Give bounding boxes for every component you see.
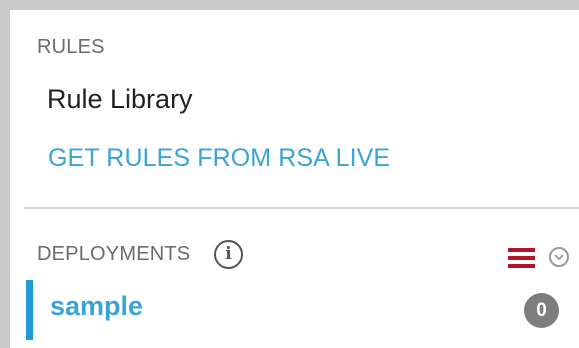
hamburger-menu-icon[interactable]: [508, 248, 535, 268]
menu-bar: [508, 264, 535, 268]
selected-indicator-bar: [26, 280, 33, 340]
get-rules-from-rsa-live-link[interactable]: GET RULES FROM RSA LIVE: [48, 144, 390, 173]
deployments-section-header: DEPLOYMENTS: [37, 243, 191, 265]
menu-bar: [508, 256, 535, 260]
deployment-count-badge: 0: [524, 293, 559, 328]
info-icon[interactable]: i: [214, 240, 243, 269]
menu-bar: [508, 248, 535, 252]
rules-section-header: RULES: [37, 36, 105, 58]
rule-library-link[interactable]: Rule Library: [47, 84, 193, 115]
section-divider: [24, 207, 579, 209]
panel-top-border: [0, 0, 579, 10]
panel-left-border: [0, 0, 10, 348]
chevron-down-icon[interactable]: [549, 247, 569, 267]
deployment-item-sample[interactable]: sample: [50, 291, 143, 322]
rules-panel: RULES Rule Library GET RULES FROM RSA LI…: [0, 0, 579, 348]
